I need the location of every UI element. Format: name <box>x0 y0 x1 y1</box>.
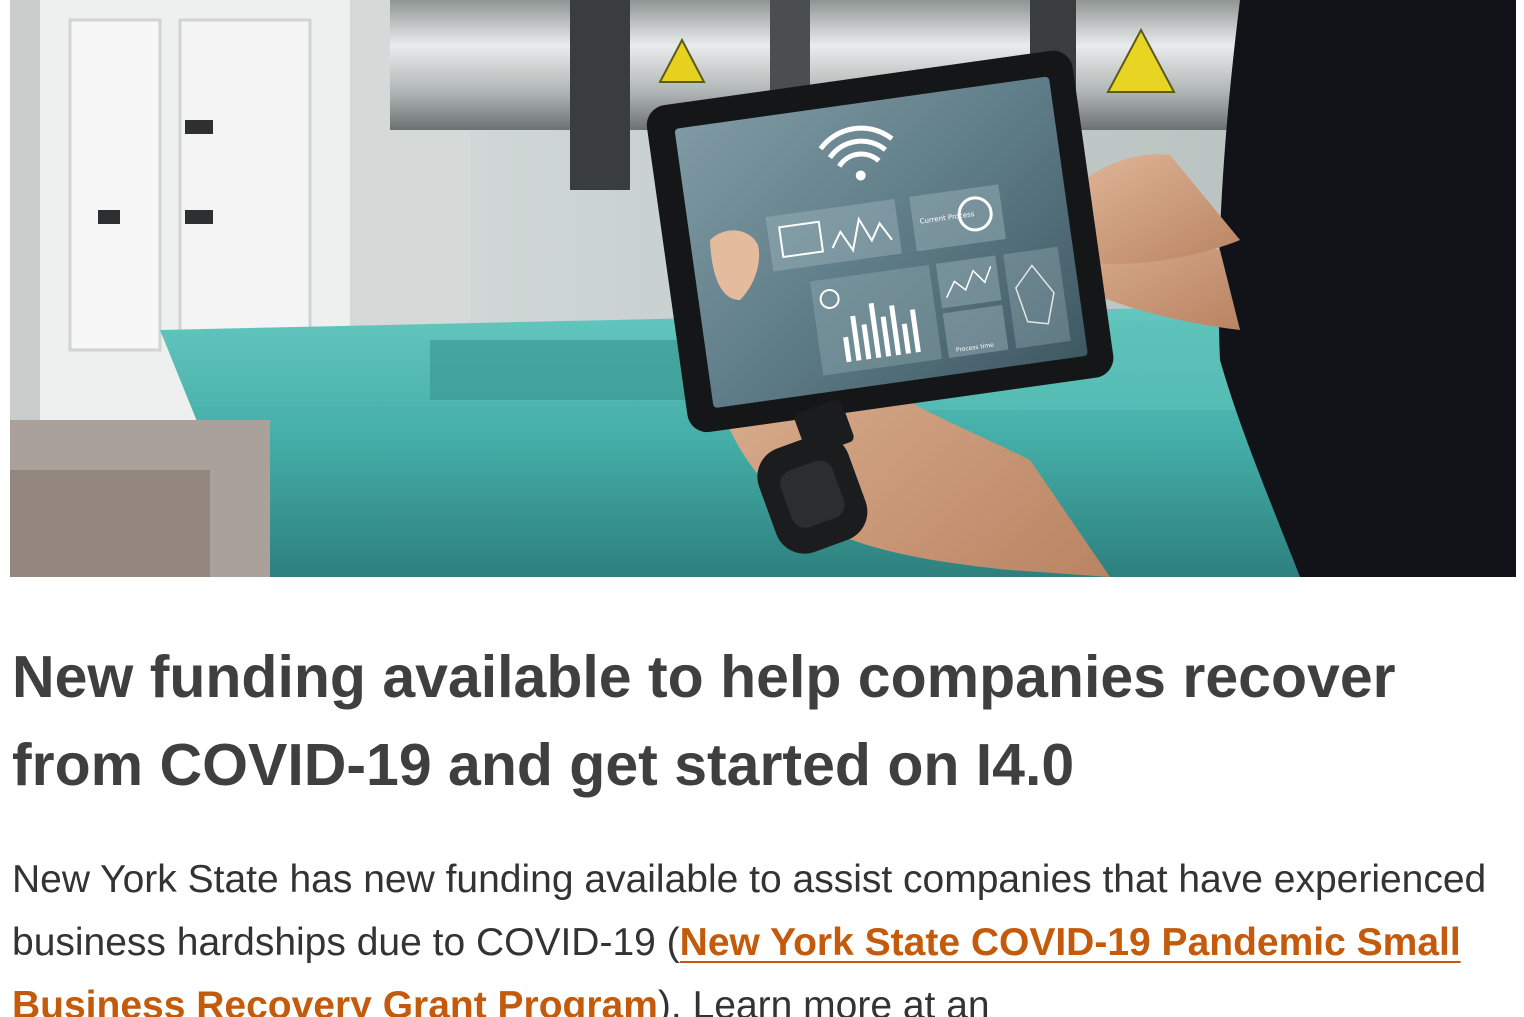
body-paragraph: New York State has new funding available… <box>12 848 1512 1017</box>
headline: New funding available to help companies … <box>12 644 1396 798</box>
article: New funding available to help companies … <box>12 633 1512 1017</box>
email-page: Current Process Process time New funding… <box>0 0 1524 1017</box>
factory-tablet-illustration: Current Process Process time <box>10 0 1516 577</box>
hero-image: Current Process Process time <box>10 0 1516 577</box>
paragraph-tail-text: ). Learn more at an <box>657 984 990 1017</box>
